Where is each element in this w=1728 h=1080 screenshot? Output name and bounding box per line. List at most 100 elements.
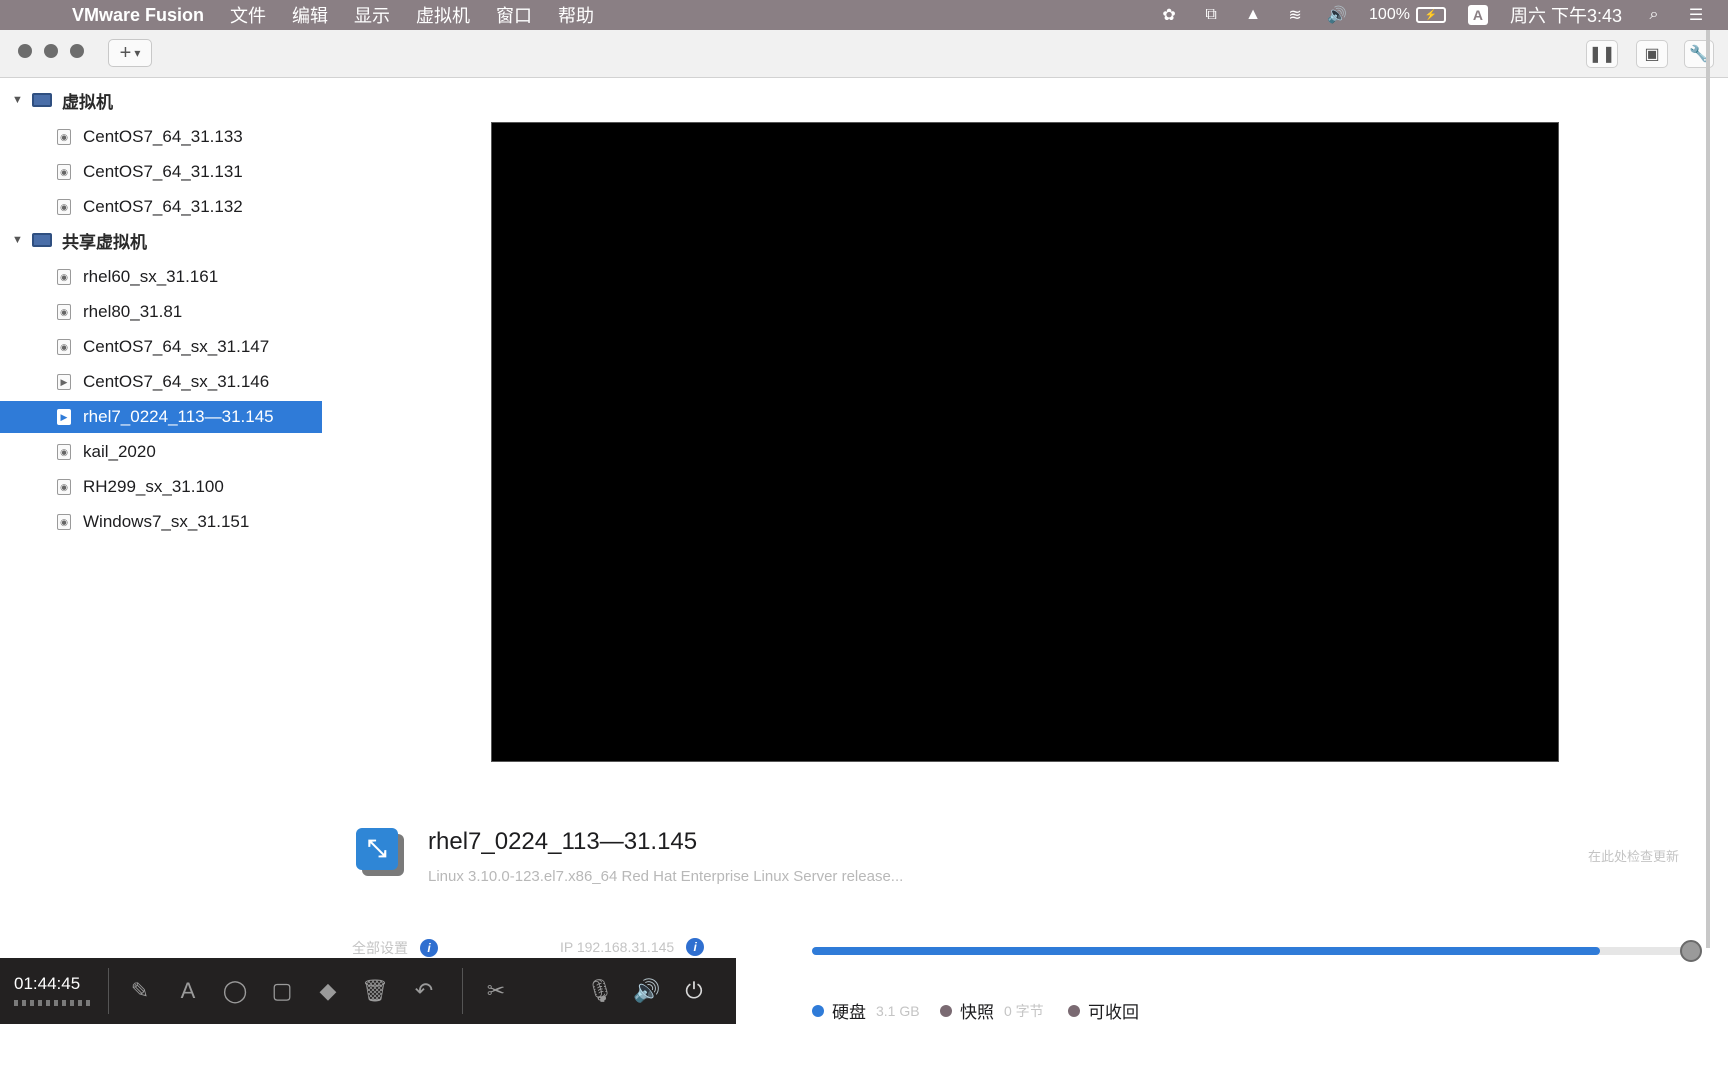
- battery-icon[interactable]: ⚡: [1415, 7, 1446, 23]
- usage-bar-end-icon: [1680, 940, 1702, 962]
- close-window-button[interactable]: [18, 44, 32, 58]
- power-icon[interactable]: ⏻: [680, 977, 708, 1005]
- vm-item[interactable]: ◉ CentOS7_64_31.133: [0, 121, 322, 153]
- legend-disk: 硬盘 3.1 GB: [812, 998, 920, 1023]
- volume-icon[interactable]: 🔊: [1327, 6, 1347, 24]
- legend-snapshot: 快照 0 字节: [940, 998, 1044, 1023]
- zoom-window-button[interactable]: [70, 44, 84, 58]
- vm-file-icon: ◉: [57, 479, 71, 495]
- vm-item-selected[interactable]: ▶ rhel7_0224_113—31.145: [0, 401, 322, 433]
- menubar-clock[interactable]: 周六 下午3:43: [1510, 2, 1622, 28]
- vm-item-label: CentOS7_64_31.132: [83, 197, 243, 216]
- legend-label: 硬盘: [832, 1003, 866, 1022]
- trash-icon[interactable]: 🗑: [361, 977, 389, 1005]
- vm-item-label: CentOS7_64_31.133: [83, 127, 243, 146]
- vm-detail-description: Linux 3.10.0-123.el7.x86_64 Red Hat Ente…: [428, 868, 904, 885]
- computer-icon: [32, 233, 52, 247]
- vm-detail-title: rhel7_0224_113—31.145: [428, 828, 698, 855]
- pinwheel-icon[interactable]: ✿: [1159, 6, 1179, 24]
- vm-item-label: rhel60_sx_31.161: [83, 267, 219, 286]
- legend-value: 0 字节: [1004, 1002, 1044, 1019]
- menu-help[interactable]: 帮助: [558, 2, 594, 28]
- menu-edit[interactable]: 编辑: [292, 2, 328, 28]
- vm-item[interactable]: ◉ rhel60_sx_31.161: [0, 261, 322, 293]
- plus-icon: +: [119, 41, 132, 64]
- info-icon[interactable]: i: [420, 939, 438, 957]
- vm-console-preview[interactable]: [491, 122, 1559, 762]
- vm-item-label: CentOS7_64_sx_31.146: [83, 372, 270, 391]
- group-label: 共享虚拟机: [62, 232, 147, 252]
- speaker-icon[interactable]: 🔊: [633, 977, 661, 1005]
- legend-dot: [812, 1004, 824, 1017]
- add-vm-button[interactable]: + ▾: [108, 39, 152, 67]
- vm-item-label: Windows7_sx_31.151: [83, 512, 250, 531]
- battery-percent: 100%: [1369, 6, 1410, 23]
- wifi-icon[interactable]: ≋: [1285, 6, 1305, 24]
- vmware-status-icon[interactable]: ⧉: [1201, 6, 1221, 24]
- vm-item[interactable]: ◉ RH299_sx_31.100: [0, 471, 322, 503]
- pause-icon: ❚❚: [1588, 46, 1616, 63]
- disk-usage-fill: [812, 947, 1601, 955]
- vm-item[interactable]: ▶ CentOS7_64_sx_31.146: [0, 366, 322, 398]
- menu-vm[interactable]: 虚拟机: [416, 2, 470, 28]
- notification-center-icon[interactable]: ☰: [1686, 6, 1706, 24]
- apple-icon[interactable]: [28, 4, 48, 26]
- undo-icon[interactable]: ↶: [410, 977, 438, 1005]
- legend-reclaimable: 可收回: [1068, 998, 1139, 1023]
- input-method-badge[interactable]: A: [1467, 5, 1488, 25]
- text-icon[interactable]: A: [174, 977, 202, 1005]
- recording-timer: 01:44:45: [14, 974, 81, 993]
- vm-item-label: RH299_sx_31.100: [83, 477, 224, 496]
- vm-item[interactable]: ◉ kail_2020: [0, 436, 322, 468]
- menu-window[interactable]: 窗口: [496, 2, 532, 28]
- menu-file[interactable]: 文件: [230, 2, 266, 28]
- vm-item-label: kail_2020: [83, 442, 156, 461]
- menu-view[interactable]: 显示: [354, 2, 390, 28]
- vm-file-icon: ◉: [57, 164, 71, 180]
- spotlight-search-icon[interactable]: ⌕: [1644, 6, 1664, 24]
- rectangle-icon[interactable]: ▢: [268, 977, 296, 1005]
- legend-label: 可收回: [1088, 1003, 1139, 1022]
- disclosure-triangle-icon[interactable]: ▼: [12, 94, 26, 106]
- disk-usage-bar: [812, 947, 1688, 955]
- group-shared-virtual-machines[interactable]: ▼ 共享虚拟机: [12, 226, 147, 254]
- chevron-down-icon: ▾: [134, 46, 141, 60]
- vm-item-label: CentOS7_64_31.131: [83, 162, 243, 181]
- legend-label: 快照: [960, 1003, 994, 1022]
- circle-icon[interactable]: ◯: [221, 977, 249, 1005]
- snapshot-button[interactable]: ▣: [1636, 40, 1668, 68]
- vmware-logo-icon: ⤡: [356, 828, 398, 870]
- app-status-icon[interactable]: ▲: [1243, 6, 1263, 24]
- vm-item[interactable]: ◉ CentOS7_64_31.131: [0, 156, 322, 188]
- vm-library-sidebar: ▼ 虚拟机 ◉ CentOS7_64_31.133 ◉ CentOS7_64_3…: [0, 79, 330, 1079]
- suspend-button[interactable]: ❚❚: [1586, 40, 1618, 68]
- snapshot-icon: ▣: [1644, 46, 1660, 63]
- menubar-status-area: ✿ ⧉ ▲ ≋ 🔊 100% ⚡ A 周六 下午3:43 ⌕ ☰: [1159, 0, 1728, 30]
- vm-running-icon: ▶: [57, 374, 71, 390]
- eraser-icon[interactable]: ◆: [314, 977, 342, 1005]
- vm-item[interactable]: ◉ CentOS7_64_sx_31.147: [0, 331, 322, 363]
- vm-item-label: rhel7_0224_113—31.145: [83, 407, 274, 426]
- minimize-window-button[interactable]: [44, 44, 58, 58]
- settings-info-label: 全部设置: [352, 940, 408, 956]
- vm-item[interactable]: ◉ rhel80_31.81: [0, 296, 322, 328]
- recording-level-meter: [14, 1000, 92, 1006]
- group-virtual-machines[interactable]: ▼ 虚拟机: [12, 86, 113, 114]
- vm-item[interactable]: ◉ Windows7_sx_31.151: [0, 506, 322, 538]
- scissors-icon[interactable]: ✂: [482, 977, 510, 1005]
- vm-item-label: rhel80_31.81: [83, 302, 183, 321]
- vm-item-label: CentOS7_64_sx_31.147: [83, 337, 270, 356]
- menu-app-name[interactable]: VMware Fusion: [72, 5, 204, 26]
- vm-file-icon: ◉: [57, 304, 71, 320]
- microphone-icon[interactable]: 🎙: [586, 977, 614, 1005]
- window-toolbar: + ▾ ❚❚ ▣ 🔧: [0, 30, 1728, 78]
- legend-dot: [1068, 1004, 1080, 1017]
- info-icon[interactable]: i: [686, 938, 705, 956]
- computer-icon: [32, 93, 52, 107]
- vm-item[interactable]: ◉ CentOS7_64_31.132: [0, 191, 322, 223]
- pen-icon[interactable]: ✎: [126, 977, 154, 1005]
- disclosure-triangle-icon[interactable]: ▼: [12, 234, 26, 246]
- check-update-link[interactable]: 在此处检查更新: [1588, 846, 1679, 865]
- ip-info: IP 192.168.31.145 i: [560, 938, 705, 956]
- settings-info: 全部设置 i: [352, 938, 438, 958]
